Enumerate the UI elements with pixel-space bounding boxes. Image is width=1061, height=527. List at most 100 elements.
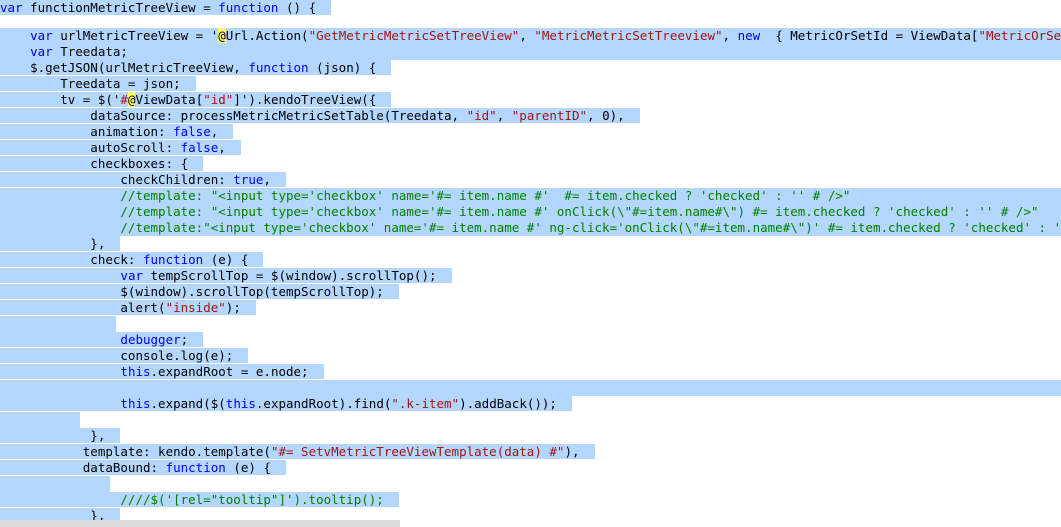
code-line[interactable]: $(window).scrollTop(tempScrollTop); — [0, 284, 399, 300]
code-token: .expand($( — [150, 396, 226, 411]
selection-gap — [0, 476, 110, 492]
code-token: ); — [225, 300, 241, 315]
code-token: var — [120, 268, 143, 283]
code-token: }, — [0, 236, 106, 251]
selected-text: var functionMetricTreeView = function ()… — [0, 0, 332, 15]
code-line[interactable]: dataSource: processMetricMetricSetTable(… — [0, 108, 640, 124]
selected-text: Treedata = json; — [0, 76, 196, 91]
code-token: { MetricOrSetId = ViewData[ — [760, 28, 979, 43]
selected-text: alert("inside"); — [0, 300, 256, 315]
code-token: false — [173, 124, 211, 139]
code-line[interactable]: }, — [0, 428, 121, 444]
code-token: "parentID" — [511, 108, 588, 123]
selected-text: tv = $('#@ViewData["id"]').kendoTreeView… — [0, 92, 392, 107]
selected-text: }, — [0, 236, 121, 251]
code-token: this — [225, 396, 256, 411]
code-token: ////$('[rel="tooltip"]').tooltip(); — [0, 492, 384, 507]
code-line[interactable]: //template: "<input type='checkbox' name… — [0, 188, 1061, 204]
selected-text: var Treedata; — [0, 44, 144, 59]
code-token: Treedata = json; — [0, 76, 181, 91]
code-token: (e) { — [203, 252, 249, 267]
code-token: console.log(e); — [0, 348, 234, 363]
code-line[interactable]: this.expandRoot = e.node; — [0, 364, 324, 380]
code-line[interactable]: var urlMetricTreeView = '@Url.Action("Ge… — [0, 28, 1061, 44]
selected-text: this.expand($(this.expandRoot).find(".k-… — [0, 396, 573, 411]
code-line[interactable]: checkboxes: { — [0, 156, 204, 172]
code-token: //template:"<input type='checkbox' name=… — [0, 220, 1061, 235]
selected-text: this.expandRoot = e.node; — [0, 364, 324, 379]
code-token: new — [737, 28, 761, 43]
code-line[interactable]: alert("inside"); — [0, 300, 256, 316]
code-token: () { — [278, 0, 317, 15]
selection-gap — [0, 412, 80, 428]
code-token: template: kendo.template( — [0, 444, 271, 459]
code-line[interactable]: this.expand($(this.expandRoot).find(".k-… — [0, 396, 573, 412]
selected-text: console.log(e); — [0, 348, 249, 363]
code-line[interactable]: //template:"<input type='checkbox' name=… — [0, 220, 1061, 236]
code-token: check: — [0, 252, 143, 267]
code-line[interactable]: debugger; — [0, 332, 204, 348]
code-token: "#= SetvMetricTreeViewTemplate(data) #" — [270, 444, 565, 459]
code-token: ), — [564, 444, 580, 459]
code-line[interactable]: tv = $('#@ViewData["id"]').kendoTreeView… — [0, 92, 392, 108]
code-token: Treedata; — [52, 44, 128, 59]
code-line[interactable]: Treedata = json; — [0, 76, 196, 92]
code-line[interactable]: checkChildren: true, — [0, 172, 286, 188]
code-token: autoScroll: — [0, 140, 181, 155]
code-token: false — [180, 140, 219, 155]
code-editor[interactable]: var functionMetricTreeView = function ()… — [0, 0, 1061, 527]
code-line[interactable]: check: function (e) { — [0, 252, 264, 268]
horizontal-scrollbar[interactable] — [0, 520, 400, 527]
selected-text: debugger; — [0, 332, 204, 347]
code-line[interactable]: ////$('[rel="tooltip"]').tooltip(); — [0, 492, 399, 508]
code-line[interactable]: //template: "<input type='checkbox' name… — [0, 204, 1061, 220]
selected-text: $.getJSON(urlMetricTreeView, function (j… — [0, 60, 392, 75]
selected-text: //template: "<input type='checkbox' name… — [0, 188, 866, 203]
code-line[interactable]: var functionMetricTreeView = function ()… — [0, 0, 332, 16]
code-token: @ — [218, 28, 226, 43]
code-token: "GetMetricMetricSetTreeView" — [308, 28, 520, 43]
code-token: .expandRoot).find( — [255, 396, 392, 411]
code-line[interactable]: dataBound: function (e) { — [0, 460, 287, 476]
code-token: (e) { — [225, 460, 271, 475]
code-token: $.getJSON(urlMetricTreeView, — [0, 60, 249, 75]
code-line[interactable]: animation: false, — [0, 124, 234, 140]
selected-text: template: kendo.template("#= SetvMetricT… — [0, 444, 595, 459]
code-token: this — [120, 364, 151, 379]
code-line[interactable]: var Treedata; — [0, 44, 1061, 60]
selected-text: check: function (e) { — [0, 252, 264, 267]
code-line[interactable]: var tempScrollTop = $(window).scrollTop(… — [0, 268, 452, 284]
code-token: Url.Action( — [225, 28, 309, 43]
code-line[interactable]: }, — [0, 236, 121, 252]
code-token: debugger — [120, 332, 181, 347]
code-token: true — [233, 172, 264, 187]
code-token: function — [165, 460, 226, 475]
code-line[interactable]: autoScroll: false, — [0, 140, 241, 156]
code-line[interactable]: $.getJSON(urlMetricTreeView, function (j… — [0, 60, 392, 76]
code-token: , — [263, 172, 271, 187]
code-token: alert( — [0, 300, 166, 315]
selected-text: dataSource: processMetricMetricSetTable(… — [0, 108, 640, 123]
code-token: checkChildren: — [0, 172, 234, 187]
code-token: ; — [180, 332, 189, 347]
code-token: "MetricMetricSetTreeview" — [534, 28, 723, 43]
code-token: }, — [0, 428, 106, 443]
code-token: functionMetricTreeView = — [22, 0, 219, 15]
code-token: # — [120, 92, 128, 107]
selection-gap — [0, 316, 116, 332]
code-line[interactable]: console.log(e); — [0, 348, 249, 364]
code-token: function — [248, 60, 309, 75]
code-token: dataBound: — [0, 460, 166, 475]
code-line[interactable]: template: kendo.template("#= SetvMetricT… — [0, 444, 595, 460]
code-token: this — [120, 396, 151, 411]
code-token: , — [722, 28, 738, 43]
selected-text: //template:"<input type='checkbox' name=… — [0, 220, 1061, 235]
code-token: "id" — [203, 92, 234, 107]
code-token: , — [210, 124, 219, 139]
code-token: function — [143, 252, 204, 267]
code-token: urlMetricTreeView = ' — [52, 28, 219, 43]
